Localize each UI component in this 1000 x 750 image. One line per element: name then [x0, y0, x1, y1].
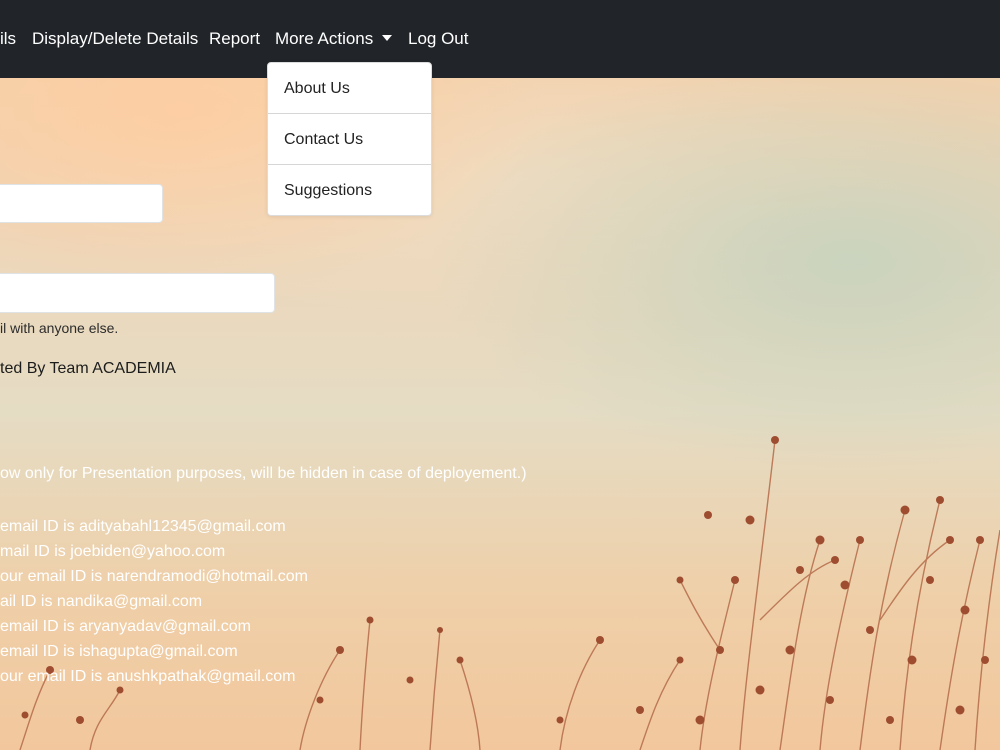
dropdown-item-about-us[interactable]: About Us — [268, 63, 431, 114]
email-list-item: ail ID is nandika@gmail.com — [0, 593, 203, 610]
team-credit-text: ted By Team ACADEMIA — [0, 360, 176, 377]
nav-link-details[interactable]: ils — [0, 29, 16, 49]
email-list-item: email ID is adityabahl12345@gmail.com — [0, 518, 286, 535]
email-list-item: our email ID is narendramodi@hotmail.com — [0, 568, 308, 585]
nav-link-display-delete-details[interactable]: Display/Delete Details — [32, 29, 198, 49]
email-input[interactable] — [0, 273, 275, 313]
dropdown-item-suggestions[interactable]: Suggestions — [268, 165, 431, 216]
email-list: email ID is adityabahl12345@gmail.com ma… — [0, 514, 308, 689]
nav-link-more-actions-label: More Actions — [275, 29, 374, 48]
email-list-item: mail ID is joebiden@yahoo.com — [0, 543, 226, 560]
caret-down-icon — [382, 35, 393, 41]
dropdown-item-contact-us[interactable]: Contact Us — [268, 114, 431, 165]
email-list-item: our email ID is anushkpathak@gmail.com — [0, 668, 296, 685]
nav-link-log-out[interactable]: Log Out — [408, 29, 469, 49]
presentation-note: ow only for Presentation purposes, will … — [0, 465, 527, 482]
email-list-item: email ID is aryanyadav@gmail.com — [0, 618, 251, 635]
nav-link-report[interactable]: Report — [209, 29, 260, 49]
top-navbar: ils Display/Delete Details Report More A… — [0, 0, 1000, 78]
email-help-text: il with anyone else. — [0, 320, 119, 336]
more-actions-dropdown-menu: About Us Contact Us Suggestions — [267, 62, 432, 216]
email-list-item: email ID is ishagupta@gmail.com — [0, 643, 238, 660]
nav-link-more-actions[interactable]: More Actions — [275, 29, 393, 49]
form-input-1[interactable] — [0, 184, 163, 223]
